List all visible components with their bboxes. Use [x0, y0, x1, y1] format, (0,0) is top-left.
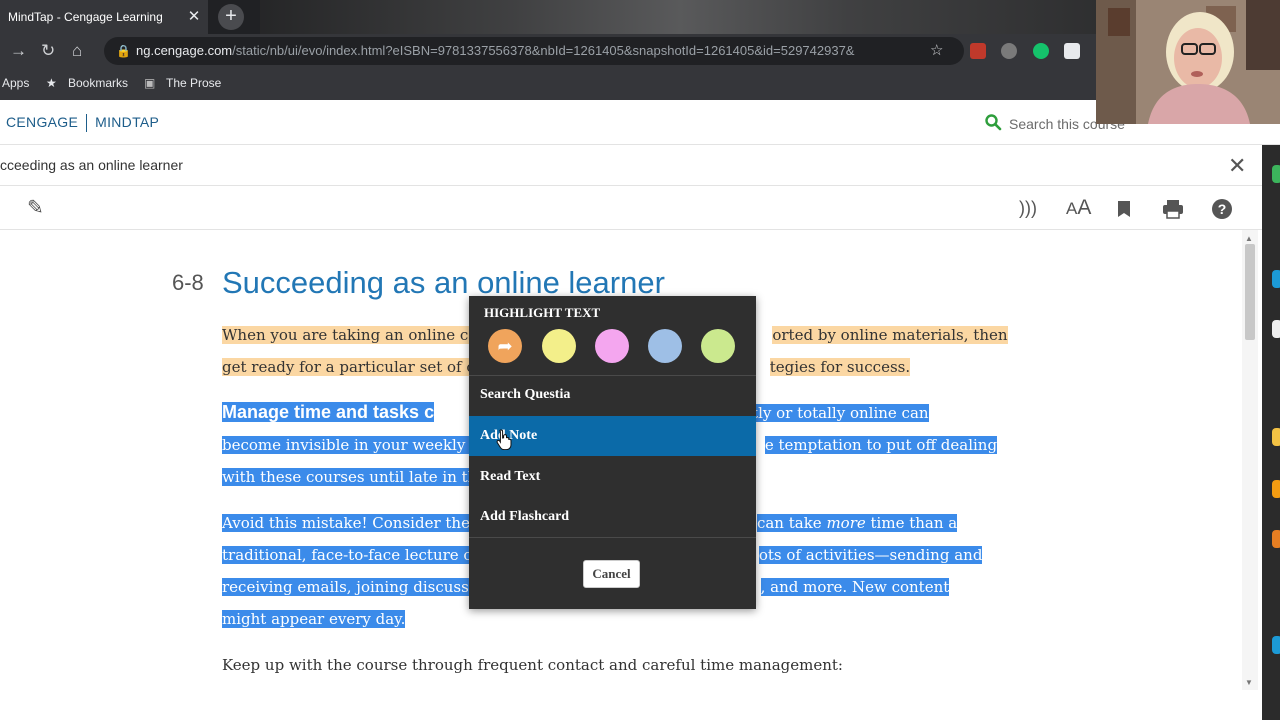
extension-icon[interactable] [1064, 43, 1080, 59]
browser-toolbar: → ↻ ⌂ 🔒 ng.cengage.com/static/nb/ui/evo/… [0, 34, 1100, 68]
brand-separator [86, 114, 88, 133]
selected-text[interactable]: ots of activities—sending and [758, 546, 983, 564]
highlighted-text[interactable]: get ready for a particular set of c [222, 358, 475, 376]
home-icon[interactable]: ⌂ [72, 34, 82, 68]
paragraph-line: might appear every day. [222, 604, 406, 634]
close-icon[interactable]: ✕ [1228, 145, 1246, 186]
pencil-icon[interactable]: ✎ [27, 186, 44, 230]
highlighted-text[interactable]: tegies for success. [769, 358, 911, 376]
selected-text[interactable]: , and more. New content [760, 578, 950, 596]
drive-extension-icon[interactable] [1001, 43, 1017, 59]
search-icon[interactable] [984, 113, 1002, 131]
url-text: ng.cengage.com/static/nb/ui/evo/index.ht… [136, 37, 854, 65]
selected-heading-text[interactable]: Manage time and tasks c [222, 402, 435, 422]
breadcrumb: cceeding as an online learner [0, 157, 183, 173]
emphasis-text: more [826, 514, 866, 532]
tabstrip-background [260, 0, 1100, 34]
selected-text[interactable]: e temptation to put off dealing [764, 436, 998, 454]
cancel-button[interactable]: Cancel [583, 560, 640, 588]
scroll-up-icon[interactable]: ▲ [1245, 234, 1253, 243]
address-bar[interactable]: 🔒 ng.cengage.com/static/nb/ui/evo/index.… [104, 37, 964, 65]
apps-link[interactable]: Apps [2, 68, 29, 98]
bookmarks-bar: Apps ★ Bookmarks ▣ The Prose [0, 68, 1100, 100]
paragraph-text: Keep up with the course through frequent… [222, 656, 843, 674]
the-prose-link[interactable]: The Prose [166, 68, 221, 98]
reload-icon[interactable]: ↻ [41, 34, 55, 68]
swatch-blue[interactable] [648, 329, 682, 363]
selected-text[interactable]: traditional, face-to-face lecture c [222, 546, 472, 564]
forward-icon[interactable]: → [10, 34, 27, 68]
app-dock-icon[interactable] [1272, 165, 1280, 183]
app-dock-icon[interactable] [1272, 320, 1280, 338]
selected-text[interactable]: become invisible in your weekly s [222, 436, 478, 454]
section-number: 6-8 [172, 270, 204, 295]
app-dock-icon[interactable] [1272, 480, 1280, 498]
tab-title: MindTap - Cengage Learning [8, 10, 163, 24]
paragraph-line: with these courses until late in th [222, 462, 478, 492]
reader-title-bar: cceeding as an online learner ✕ [0, 145, 1262, 186]
selected-text-part: can take [756, 514, 827, 532]
read-aloud-icon[interactable]: ))) [1019, 186, 1037, 230]
url-host: ng.cengage.com [136, 43, 233, 58]
url-path: /static/nb/ui/evo/index.html?eISBN=97813… [232, 43, 855, 58]
browser-tab[interactable]: MindTap - Cengage Learning ✕ [0, 0, 208, 34]
print-icon[interactable] [1162, 186, 1184, 230]
scrollbar-thumb[interactable] [1245, 244, 1255, 340]
swatch-pink[interactable] [595, 329, 629, 363]
new-tab-button[interactable]: + [218, 4, 244, 30]
selected-text-part: time than a [865, 514, 958, 532]
share-arrow-icon: ➦ [497, 336, 513, 356]
swatch-orange[interactable]: ➦ [488, 329, 522, 363]
selected-text[interactable]: with these courses until late in th [222, 468, 478, 486]
webcam-presenter-image [1096, 0, 1280, 124]
selected-text[interactable]: receiving emails, joining discussi [222, 578, 474, 596]
bookmark-star-icon[interactable]: ☆ [930, 37, 943, 65]
bookmark-icon[interactable] [1117, 186, 1131, 230]
help-icon[interactable]: ? [1212, 186, 1232, 230]
selected-text[interactable]: Avoid this mistake! Consider the [222, 514, 470, 532]
swatch-yellow[interactable] [542, 329, 576, 363]
reader-toolbar: ✎ ))) AA ? [0, 186, 1262, 230]
brand-cengage: CENGAGE [6, 114, 79, 130]
hand-cursor-icon [496, 429, 512, 450]
prose-favicon-icon: ▣ [144, 76, 156, 90]
highlight-popup: HIGHLIGHT TEXT ➦ Search Questia Add Note… [469, 296, 756, 609]
divider [469, 537, 756, 538]
lock-icon: 🔒 [116, 44, 131, 58]
highlighted-text[interactable]: orted by online materials, then [772, 326, 1008, 344]
selected-text[interactable]: might appear every day. [222, 610, 406, 628]
app-dock-icon[interactable] [1272, 636, 1280, 654]
bookmarks-link[interactable]: Bookmarks [68, 68, 128, 98]
browser-tabstrip: MindTap - Cengage Learning ✕ + [0, 0, 1100, 34]
app-dock-icon[interactable] [1272, 428, 1280, 446]
tab-close-icon[interactable]: ✕ [186, 0, 202, 34]
pdf-extension-icon[interactable] [970, 43, 986, 59]
menu-item-add-flashcard[interactable]: Add Flashcard [469, 497, 756, 537]
webcam-overlay [1096, 0, 1280, 124]
popup-title: HIGHLIGHT TEXT [484, 305, 601, 320]
app-dock-icon[interactable] [1272, 530, 1280, 548]
menu-item-read-text[interactable]: Read Text [469, 457, 756, 497]
app-header: CENGAGE MINDTAP Search this course [0, 100, 1280, 145]
highlighted-text[interactable]: When you are taking an online co [222, 326, 478, 344]
app-dock-icon[interactable] [1272, 270, 1280, 288]
grammarly-extension-icon[interactable] [1033, 43, 1049, 59]
font-size-icon[interactable]: AA [1066, 186, 1091, 231]
bookmarks-star-icon: ★ [46, 76, 57, 90]
scroll-down-icon[interactable]: ▼ [1245, 678, 1253, 687]
svg-text:?: ? [1218, 201, 1227, 217]
menu-item-search-questia[interactable]: Search Questia [469, 375, 756, 415]
selected-text[interactable]: can take more time than a [756, 514, 958, 532]
swatch-green[interactable] [701, 329, 735, 363]
brand-logo[interactable]: CENGAGE MINDTAP [6, 100, 159, 145]
brand-mindtap: MINDTAP [95, 114, 160, 130]
